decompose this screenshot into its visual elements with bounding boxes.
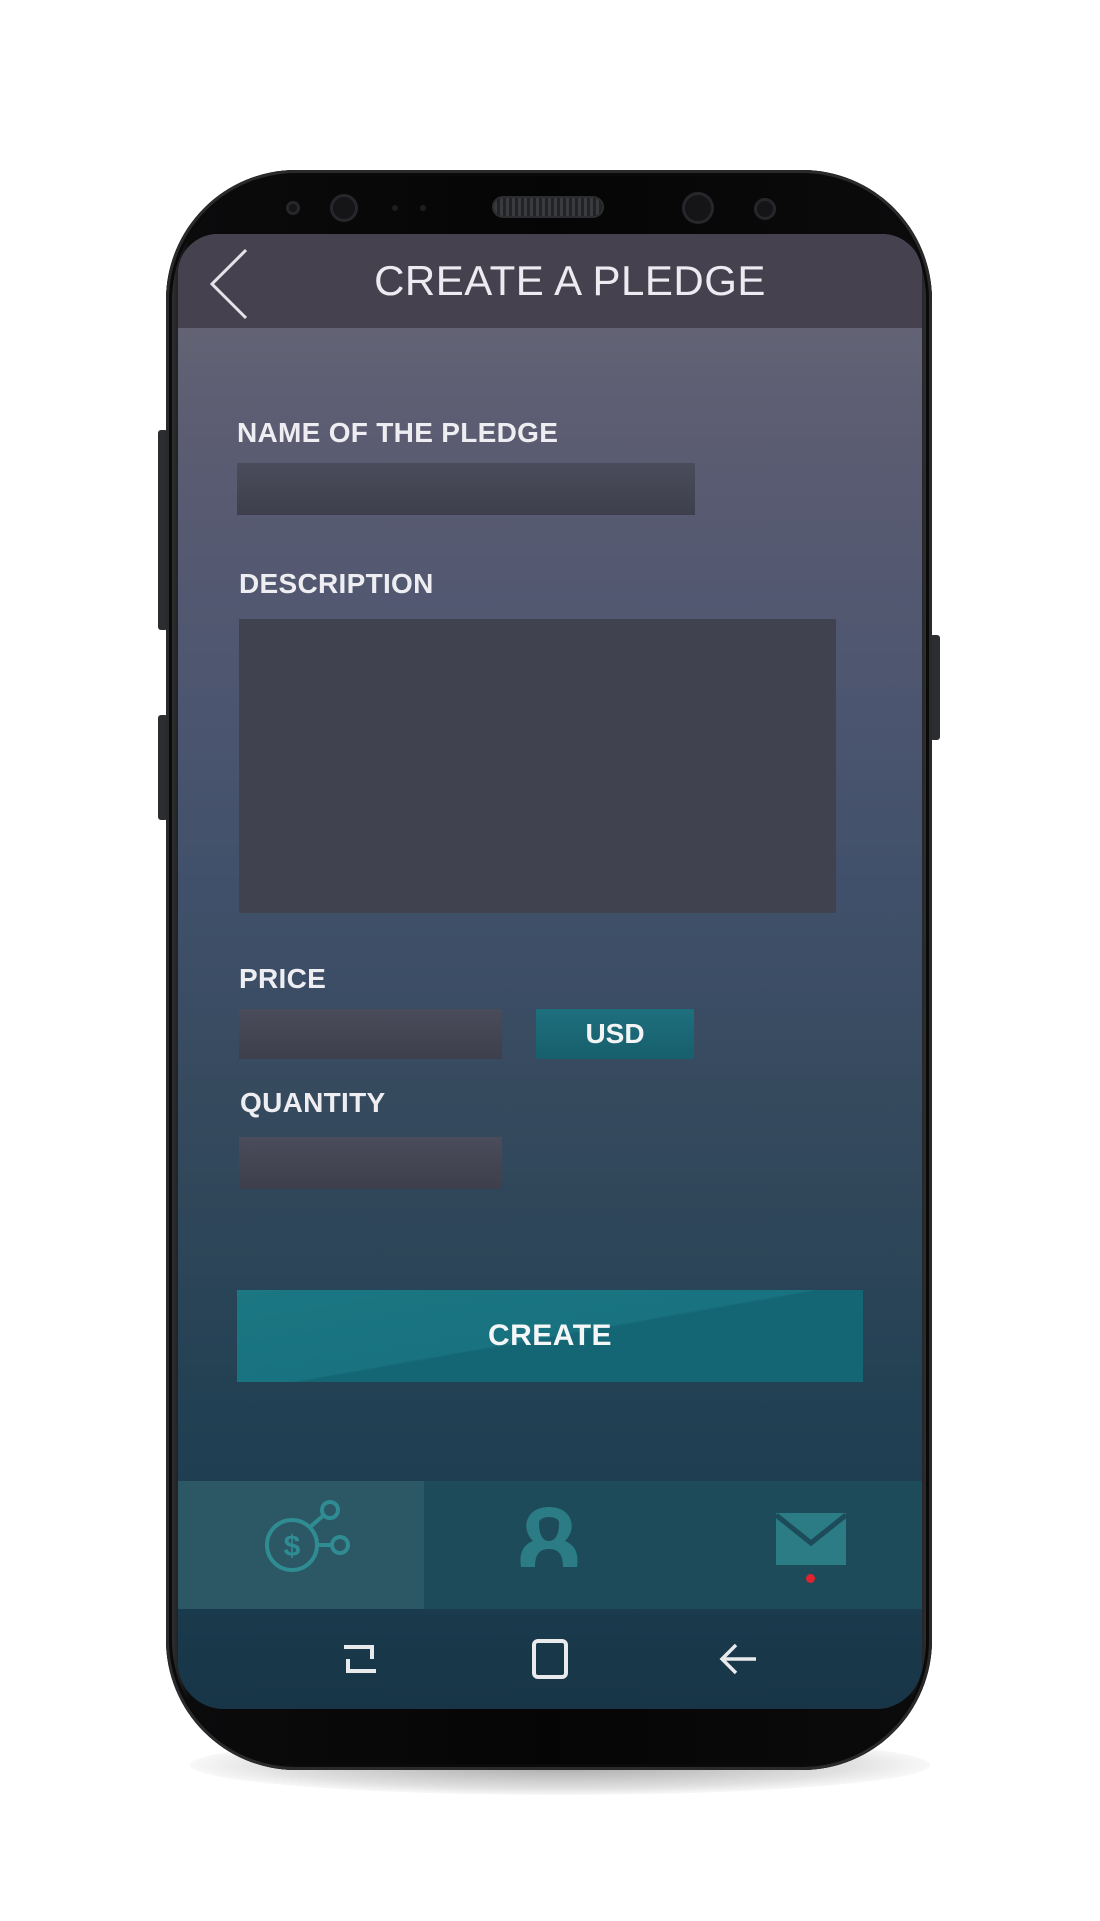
quantity-input[interactable] <box>239 1137 502 1189</box>
notification-dot <box>806 1574 815 1583</box>
sensor-dot <box>392 205 398 211</box>
bottom-nav: $ <box>178 1481 922 1609</box>
dollar-network-icon: $ <box>265 1500 350 1572</box>
app-header: CREATE A PLEDGE <box>178 234 922 328</box>
front-camera <box>682 192 714 224</box>
proximity-sensor <box>286 201 300 215</box>
earpiece-speaker <box>494 198 602 216</box>
description-label: DESCRIPTION <box>239 568 434 599</box>
iris-camera <box>754 198 776 220</box>
description-textarea[interactable] <box>239 619 836 913</box>
price-input[interactable] <box>239 1009 502 1059</box>
svg-text:$: $ <box>284 1530 301 1563</box>
app-screen: CREATE A PLEDGE NAME OF THE PLEDGE DESCR… <box>178 234 922 1709</box>
sensor-dot <box>420 205 426 211</box>
nav-item-profile[interactable] <box>424 1481 674 1609</box>
currency-selector[interactable]: USD <box>536 1009 694 1059</box>
mail-icon <box>776 1513 846 1565</box>
iris-sensor <box>330 194 358 222</box>
create-button[interactable]: CREATE <box>237 1290 863 1382</box>
pledge-name-input[interactable] <box>237 463 695 515</box>
user-icon <box>520 1507 578 1567</box>
home-icon[interactable] <box>526 1635 574 1683</box>
quantity-label: QUANTITY <box>240 1087 386 1118</box>
chevron-left-icon[interactable] <box>206 246 256 322</box>
bottom-bezel <box>166 1709 932 1769</box>
system-nav-bar <box>178 1609 922 1709</box>
page-title: CREATE A PLEDGE <box>374 257 766 304</box>
name-label: NAME OF THE PLEDGE <box>237 417 559 448</box>
nav-item-pledges[interactable]: $ <box>178 1481 424 1609</box>
recent-apps-icon[interactable] <box>336 1635 384 1683</box>
price-label: PRICE <box>239 963 327 994</box>
back-icon[interactable] <box>714 1635 762 1683</box>
nav-item-messages[interactable] <box>674 1481 922 1609</box>
